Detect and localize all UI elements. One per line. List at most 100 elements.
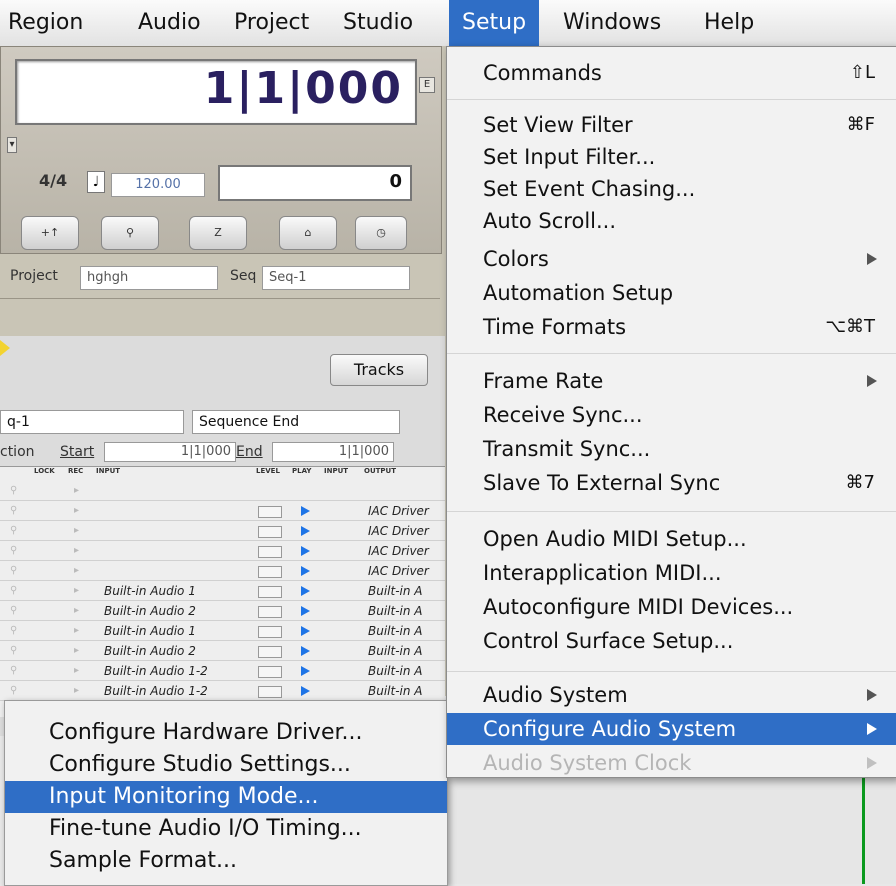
menu-item-set-view-filter[interactable]: Set View Filter ⌘F <box>447 109 896 141</box>
menu-item-slave-to-external-sync[interactable]: Slave To External Sync ⌘7 <box>447 467 896 499</box>
menu-studio[interactable]: Studio <box>343 0 413 46</box>
play-icon[interactable] <box>301 626 310 636</box>
submenu-configure-hardware-driver[interactable]: Configure Hardware Driver... <box>5 717 447 749</box>
main-counter[interactable]: 1|1|000 <box>15 59 417 125</box>
menu-item-set-input-filter[interactable]: Set Input Filter... <box>447 141 896 173</box>
menu-windows[interactable]: Windows <box>563 0 661 46</box>
table-row[interactable]: ⚲ ▸ Built-in Audio 1-2 Built-in A <box>0 683 445 701</box>
track-output[interactable]: Built-in A <box>368 604 423 618</box>
play-icon[interactable] <box>301 666 310 676</box>
track-output[interactable]: IAC Driver <box>368 544 429 558</box>
table-row[interactable]: ⚲ ▸ Built-in Audio 1-2 Built-in A <box>0 663 445 681</box>
play-icon[interactable] <box>301 606 310 616</box>
collapse-icon[interactable]: ▾ <box>7 137 17 153</box>
table-row[interactable]: ⚲ ▸ IAC Driver <box>0 523 445 541</box>
lock-icon[interactable]: ⚲ <box>10 565 20 576</box>
menu-item-time-formats[interactable]: Time Formats ⌥⌘T <box>447 311 896 343</box>
menu-item-receive-sync[interactable]: Receive Sync... <box>447 399 896 431</box>
menu-item-control-surface-setup[interactable]: Control Surface Setup... <box>447 625 896 657</box>
menu-item-interapplication-midi[interactable]: Interapplication MIDI... <box>447 557 896 589</box>
sequence-select[interactable]: q-1 <box>0 410 184 434</box>
rec-icon[interactable]: ▸ <box>74 525 82 536</box>
play-icon[interactable] <box>301 586 310 596</box>
lock-icon[interactable]: ⚲ <box>10 505 20 516</box>
track-output[interactable]: IAC Driver <box>368 524 429 538</box>
track-output[interactable]: IAC Driver <box>368 564 429 578</box>
menu-item-auto-scroll[interactable]: Auto Scroll... <box>447 205 896 237</box>
track-output[interactable]: Built-in A <box>368 664 423 678</box>
bars-button[interactable]: Z <box>189 216 247 250</box>
menu-item-colors[interactable]: Colors <box>447 243 896 275</box>
track-output[interactable]: Built-in A <box>368 644 423 658</box>
rec-icon[interactable]: ▸ <box>74 625 82 636</box>
menu-item-automation-setup[interactable]: Automation Setup <box>447 277 896 309</box>
play-icon[interactable] <box>301 506 310 516</box>
table-row[interactable]: ⚲ ▸ Built-in Audio 2 Built-in A <box>0 643 445 661</box>
start-field[interactable]: 1|1|000 <box>104 442 236 462</box>
warp-button[interactable]: ⌂ <box>279 216 337 250</box>
meter-icon[interactable]: 4/4 <box>39 171 67 190</box>
table-row[interactable]: ⚲ ▸ Built-in Audio 2 Built-in A <box>0 603 445 621</box>
rec-icon[interactable]: ▸ <box>74 645 82 656</box>
menu-item-autoconfigure-midi-devices[interactable]: Autoconfigure MIDI Devices... <box>447 591 896 623</box>
menu-item-set-event-chasing[interactable]: Set Event Chasing... <box>447 173 896 205</box>
note-icon[interactable]: ♩ <box>87 171 105 193</box>
lock-icon[interactable]: ⚲ <box>10 625 20 636</box>
track-output[interactable]: Built-in A <box>368 684 423 698</box>
seq-field[interactable]: Seq-1 <box>262 266 410 290</box>
lock-icon[interactable]: ⚲ <box>10 545 20 556</box>
play-icon[interactable] <box>301 566 310 576</box>
end-label[interactable]: End <box>236 444 263 460</box>
rec-icon[interactable]: ▸ <box>74 505 82 516</box>
record-button[interactable]: +↑ <box>21 216 79 250</box>
rec-icon[interactable]: ▸ <box>74 485 82 496</box>
lock-icon[interactable]: ⚲ <box>10 525 20 536</box>
rec-icon[interactable]: ▸ <box>74 585 82 596</box>
menu-item-transmit-sync[interactable]: Transmit Sync... <box>447 433 896 465</box>
rec-icon[interactable]: ▸ <box>74 545 82 556</box>
menu-item-audio-system[interactable]: Audio System <box>447 679 896 711</box>
rec-icon[interactable]: ▸ <box>74 605 82 616</box>
play-icon[interactable] <box>301 686 310 696</box>
menu-region[interactable]: Region <box>8 0 83 46</box>
table-row[interactable]: ⚲ ▸ IAC Driver <box>0 543 445 561</box>
submenu-input-monitoring-mode[interactable]: Input Monitoring Mode... <box>5 781 447 813</box>
track-output[interactable]: IAC Driver <box>368 504 429 518</box>
play-icon[interactable] <box>301 546 310 556</box>
clock-icon[interactable]: ◷ <box>355 216 407 250</box>
table-row[interactable]: ⚲ ▸ <box>0 483 445 501</box>
counter-mode-icon[interactable]: E <box>419 77 435 93</box>
lock-icon[interactable]: ⚲ <box>10 645 20 656</box>
menu-help[interactable]: Help <box>704 0 754 46</box>
play-icon[interactable] <box>301 526 310 536</box>
table-row[interactable]: ⚲ ▸ IAC Driver <box>0 503 445 521</box>
table-row[interactable]: ⚲ ▸ Built-in Audio 1 Built-in A <box>0 583 445 601</box>
metronome-button[interactable]: ⚲ <box>101 216 159 250</box>
project-field[interactable]: hghgh <box>80 266 218 290</box>
lock-icon[interactable]: ⚲ <box>10 585 20 596</box>
table-row[interactable]: ⚲ ▸ IAC Driver <box>0 563 445 581</box>
menu-item-commands[interactable]: Commands ⇧L <box>447 57 896 89</box>
menu-project[interactable]: Project <box>234 0 309 46</box>
end-field[interactable]: 1|1|000 <box>272 442 394 462</box>
rec-icon[interactable]: ▸ <box>74 665 82 676</box>
rec-icon[interactable]: ▸ <box>74 685 82 696</box>
menu-item-configure-audio-system[interactable]: Configure Audio System <box>447 713 896 745</box>
play-icon[interactable] <box>301 646 310 656</box>
lock-icon[interactable]: ⚲ <box>10 605 20 616</box>
menu-setup[interactable]: Setup <box>449 0 540 46</box>
lock-icon[interactable]: ⚲ <box>10 485 20 496</box>
menu-audio[interactable]: Audio <box>138 0 201 46</box>
rec-icon[interactable]: ▸ <box>74 565 82 576</box>
submenu-configure-studio-settings[interactable]: Configure Studio Settings... <box>5 749 447 781</box>
start-label[interactable]: Start <box>60 444 94 460</box>
tracks-tab[interactable]: Tracks <box>330 354 428 386</box>
tempo-field[interactable]: 120.00 <box>111 173 205 197</box>
track-output[interactable]: Built-in A <box>368 624 423 638</box>
submenu-fine-tune-audio-io-timing[interactable]: Fine-tune Audio I/O Timing... <box>5 813 447 845</box>
submenu-sample-format[interactable]: Sample Format... <box>5 845 447 877</box>
table-row[interactable]: ⚲ ▸ Built-in Audio 1 Built-in A <box>0 623 445 641</box>
menu-item-frame-rate[interactable]: Frame Rate <box>447 365 896 397</box>
secondary-counter[interactable]: 0 <box>218 165 412 201</box>
menu-item-open-audio-midi-setup[interactable]: Open Audio MIDI Setup... <box>447 523 896 555</box>
